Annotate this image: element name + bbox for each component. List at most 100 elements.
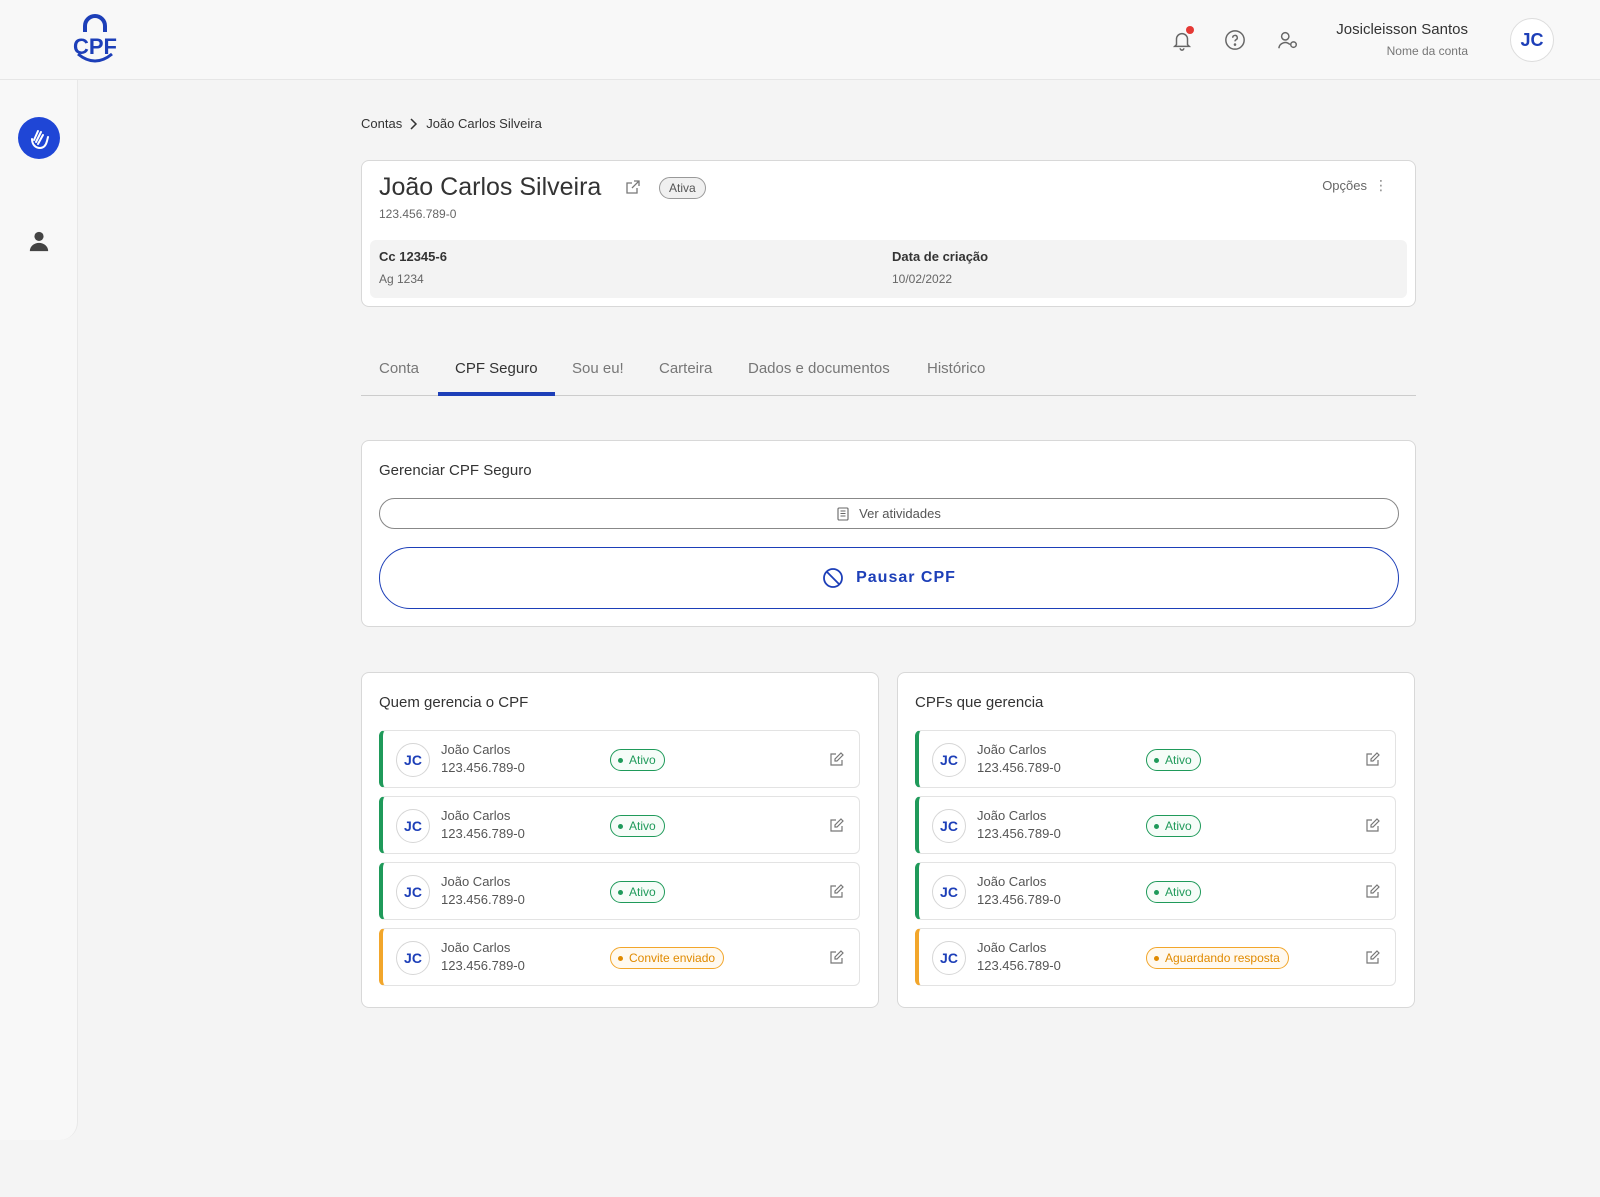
status-text: Ativo bbox=[1165, 819, 1192, 833]
tab-dados-documentos[interactable]: Dados e documentos bbox=[748, 360, 890, 377]
user-info[interactable]: Josicleisson Santos Nome da conta bbox=[1336, 21, 1468, 58]
manage-title: Gerenciar CPF Seguro bbox=[379, 462, 532, 479]
status-dot bbox=[618, 955, 623, 961]
row-name: João Carlos bbox=[977, 808, 1047, 823]
list-item[interactable]: JC João Carlos 123.456.789-0 Ativo bbox=[915, 730, 1396, 788]
row-cpf: 123.456.789-0 bbox=[977, 826, 1061, 841]
sidebar bbox=[0, 80, 78, 1140]
account-name: João Carlos Silveira bbox=[379, 173, 602, 201]
user-settings-icon[interactable] bbox=[1274, 26, 1302, 54]
account-cc: Cc 12345-6 bbox=[379, 249, 447, 264]
status-dot bbox=[1154, 823, 1159, 829]
status-text: Convite enviado bbox=[629, 951, 716, 965]
status-text: Ativo bbox=[629, 753, 656, 767]
edit-icon[interactable] bbox=[829, 883, 845, 899]
avatar: JC bbox=[396, 875, 430, 909]
edit-icon[interactable] bbox=[1365, 817, 1381, 833]
row-name: João Carlos bbox=[977, 742, 1047, 757]
person-icon[interactable] bbox=[28, 230, 50, 252]
help-icon[interactable] bbox=[1221, 26, 1249, 54]
status-dot bbox=[1154, 955, 1159, 961]
created-label: Data de criação bbox=[892, 249, 989, 264]
status-badge: Convite enviado bbox=[610, 947, 725, 969]
status-dot bbox=[1154, 889, 1159, 895]
row-cpf: 123.456.789-0 bbox=[441, 760, 525, 775]
block-icon bbox=[823, 568, 843, 588]
row-name: João Carlos bbox=[977, 874, 1047, 889]
row-name: João Carlos bbox=[441, 808, 511, 823]
row-name: João Carlos bbox=[441, 742, 511, 757]
kebab-menu-icon[interactable]: ⋮ bbox=[1374, 178, 1388, 192]
list-item[interactable]: JC João Carlos 123.456.789-0 Ativo bbox=[379, 796, 860, 854]
pause-cpf-label: Pausar CPF bbox=[856, 569, 956, 586]
row-name: João Carlos bbox=[441, 940, 511, 955]
edit-icon[interactable] bbox=[829, 751, 845, 767]
chevron-right-icon bbox=[410, 117, 418, 130]
avatar: JC bbox=[932, 875, 966, 909]
status-text: Ativo bbox=[1165, 885, 1192, 899]
row-cpf: 123.456.789-0 bbox=[977, 958, 1061, 973]
created-date: 10/02/2022 bbox=[892, 272, 953, 286]
active-tab-indicator bbox=[438, 392, 555, 396]
tab-sou-eu[interactable]: Sou eu! bbox=[572, 360, 624, 377]
edit-icon[interactable] bbox=[829, 949, 845, 965]
row-cpf: 123.456.789-0 bbox=[977, 760, 1061, 775]
status-text: Ativo bbox=[1165, 753, 1192, 767]
user-account-label: Nome da conta bbox=[1386, 44, 1468, 58]
who-manages-title: Quem gerencia o CPF bbox=[379, 694, 529, 711]
edit-icon[interactable] bbox=[1365, 751, 1381, 767]
avatar: JC bbox=[932, 809, 966, 843]
list-item[interactable]: JC João Carlos 123.456.789-0 Ativo bbox=[379, 862, 860, 920]
status-badge: Aguardando resposta bbox=[1146, 947, 1289, 969]
tab-historico[interactable]: Histórico bbox=[927, 360, 985, 377]
pause-cpf-button[interactable]: Pausar CPF bbox=[379, 547, 1399, 609]
managed-title: CPFs que gerencia bbox=[915, 694, 1044, 711]
list-item[interactable]: JC João Carlos 123.456.789-0 Aguardando … bbox=[915, 928, 1396, 986]
row-name: João Carlos bbox=[977, 940, 1047, 955]
avatar: JC bbox=[396, 743, 430, 777]
options-button[interactable]: Opções bbox=[1322, 178, 1367, 193]
cpf-logo[interactable]: CPF bbox=[68, 14, 122, 66]
status-badge: Ativo bbox=[610, 881, 665, 903]
top-bar: CPF Josicleisson Santos Nome da conta JC bbox=[0, 0, 1600, 80]
tab-conta[interactable]: Conta bbox=[379, 360, 419, 377]
list-item[interactable]: JC João Carlos 123.456.789-0 Ativo bbox=[915, 862, 1396, 920]
list-item[interactable]: JC João Carlos 123.456.789-0 Convite env… bbox=[379, 928, 860, 986]
user-avatar[interactable]: JC bbox=[1510, 18, 1554, 62]
avatar: JC bbox=[396, 941, 430, 975]
tab-cpf-seguro[interactable]: CPF Seguro bbox=[455, 360, 538, 377]
tab-carteira[interactable]: Carteira bbox=[659, 360, 712, 377]
list-item[interactable]: JC João Carlos 123.456.789-0 Ativo bbox=[915, 796, 1396, 854]
breadcrumb-current: João Carlos Silveira bbox=[426, 116, 542, 131]
edit-icon[interactable] bbox=[829, 817, 845, 833]
row-cpf: 123.456.789-0 bbox=[441, 892, 525, 907]
status-text: Ativo bbox=[629, 885, 656, 899]
breadcrumb-root[interactable]: Contas bbox=[361, 116, 402, 131]
row-cpf: 123.456.789-0 bbox=[441, 826, 525, 841]
edit-icon[interactable] bbox=[1365, 949, 1381, 965]
status-badge: Ativo bbox=[1146, 749, 1201, 771]
external-link-icon[interactable] bbox=[625, 179, 641, 195]
account-info-panel: Cc 12345-6 Ag 1234 Data de criação 10/02… bbox=[370, 240, 1407, 298]
status-text: Ativo bbox=[629, 819, 656, 833]
view-activities-button[interactable]: Ver atividades bbox=[379, 498, 1399, 529]
row-cpf: 123.456.789-0 bbox=[977, 892, 1061, 907]
edit-icon[interactable] bbox=[1365, 883, 1381, 899]
status-dot bbox=[618, 889, 623, 895]
account-status-badge: Ativa bbox=[659, 177, 706, 199]
status-text: Aguardando resposta bbox=[1165, 951, 1280, 965]
bell-icon[interactable] bbox=[1168, 26, 1196, 54]
user-name: Josicleisson Santos bbox=[1336, 21, 1468, 38]
avatar: JC bbox=[396, 809, 430, 843]
status-badge: Ativo bbox=[610, 749, 665, 771]
account-cpf: 123.456.789-0 bbox=[379, 207, 457, 221]
row-cpf: 123.456.789-0 bbox=[441, 958, 525, 973]
status-dot bbox=[618, 823, 623, 829]
row-name: João Carlos bbox=[441, 874, 511, 889]
wave-hand-icon[interactable] bbox=[18, 117, 60, 159]
list-item[interactable]: JC João Carlos 123.456.789-0 Ativo bbox=[379, 730, 860, 788]
status-badge: Ativo bbox=[1146, 881, 1201, 903]
avatar: JC bbox=[932, 743, 966, 777]
account-ag: Ag 1234 bbox=[379, 272, 424, 286]
tab-bar: Conta CPF Seguro Sou eu! Carteira Dados … bbox=[361, 352, 1416, 396]
